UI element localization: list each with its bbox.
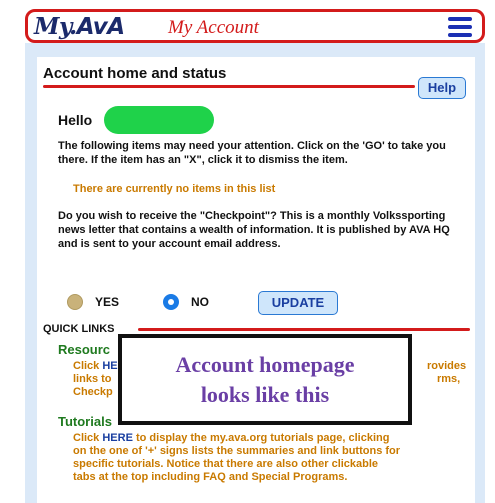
header-title: My Account bbox=[168, 17, 259, 38]
section-title: Account home and status bbox=[43, 65, 227, 82]
no-radio-selected[interactable] bbox=[163, 294, 179, 310]
no-items-message: There are currently no items in this lis… bbox=[73, 183, 276, 195]
help-button[interactable]: Help bbox=[418, 77, 466, 99]
yes-label: YES bbox=[95, 295, 120, 309]
tutorials-line-2: on the one of '+' signs lists the summar… bbox=[73, 445, 401, 457]
tutorials-line-4: tabs at the top including FAQ and Specia… bbox=[73, 471, 348, 483]
my-ava-logo[interactable]: My.AvA bbox=[34, 13, 125, 40]
section-divider bbox=[43, 85, 415, 88]
account-card: Account home and status Help Hello The f… bbox=[37, 57, 475, 503]
resources-line-2: links to bbox=[73, 373, 112, 385]
overlay-line-1: Account homepage bbox=[175, 352, 355, 377]
resources-heading: Resourc bbox=[58, 342, 111, 357]
resources-line-1: Click HE bbox=[73, 360, 118, 373]
resources-line-3: Checkp bbox=[73, 386, 113, 398]
logo-my: My. bbox=[34, 13, 77, 40]
page: My.AvA My Account Account home and statu… bbox=[0, 0, 495, 503]
content-panel: Account home and status Help Hello The f… bbox=[25, 43, 485, 503]
tutorials-click: Click bbox=[73, 432, 100, 444]
no-label: NO bbox=[191, 295, 209, 309]
resources-line-2-end: rms, bbox=[437, 373, 461, 385]
attention-text: The following items may need your attent… bbox=[58, 140, 446, 166]
logo-ava: AvA bbox=[76, 14, 125, 40]
tutorials-heading: Tutorials bbox=[58, 414, 112, 429]
checkpoint-question: Do you wish to receive the "Checkpoint"?… bbox=[58, 210, 450, 250]
overlay-line-2: looks like this bbox=[200, 382, 330, 407]
resources-here-link[interactable]: HE bbox=[102, 360, 117, 372]
resources-click: Click bbox=[73, 360, 100, 372]
quick-links-title: QUICK LINKS bbox=[43, 323, 115, 335]
annotation-overlay: Account homepage looks like this bbox=[118, 334, 412, 425]
tutorials-line-1: Click HERE to display the my.ava.org tut… bbox=[73, 432, 389, 445]
hamburger-menu-icon[interactable] bbox=[448, 17, 472, 37]
tutorials-line-3: specific tutorials. Notice that there ar… bbox=[73, 458, 379, 470]
update-button[interactable]: UPDATE bbox=[258, 291, 338, 315]
hello-label: Hello bbox=[58, 112, 93, 128]
tutorials-line-1-text: to display the my.ava.org tutorials page… bbox=[135, 432, 390, 444]
resources-line-1-end: rovides bbox=[427, 360, 467, 372]
app-header: My.AvA My Account bbox=[25, 9, 485, 43]
tutorials-here-link[interactable]: HERE bbox=[102, 432, 133, 444]
quick-links-divider bbox=[138, 328, 470, 331]
yes-radio[interactable] bbox=[67, 294, 83, 310]
redacted-name-highlight bbox=[104, 106, 214, 134]
